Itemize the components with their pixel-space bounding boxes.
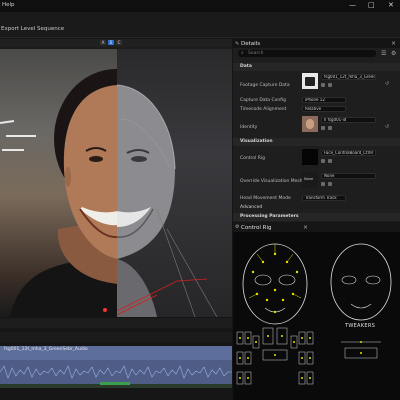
use-selected-icon[interactable] — [328, 182, 332, 186]
control-rig-label: Control Rig — [240, 156, 265, 161]
control-rig-dropdown[interactable]: Face_ControlBoard_CtrlR — [321, 150, 376, 156]
menu-help[interactable]: Help — [2, 2, 15, 8]
identity-dropdown[interactable]: Il fsg001-id — [321, 117, 376, 123]
toolbar: Export Level Sequence — [0, 12, 400, 38]
gear-icon[interactable]: ⚙ — [391, 50, 396, 57]
reset-icon[interactable]: ↺ — [385, 124, 389, 130]
reset-icon[interactable]: ↺ — [385, 81, 389, 87]
pencil-icon: ✎ — [235, 40, 240, 47]
timeline[interactable]: fsg001_12t_mha_3_GreenSebr_Audio — [0, 318, 232, 400]
section-advanced[interactable]: Advanced — [233, 204, 400, 212]
footage-label: Footage Capture Data — [240, 83, 290, 88]
control-rig-panel: ⚙ Control Rig × TWEAKERS — [233, 223, 400, 400]
audio-track[interactable]: fsg001_12t_mha_3_GreenSebr_Audio — [0, 346, 232, 360]
audio-waveform — [0, 360, 232, 384]
override-mesh-thumb-label: None — [304, 177, 314, 181]
control-rig-tab-label: Control Rig — [241, 224, 272, 231]
viewport[interactable]: A B C — [0, 39, 232, 317]
face-mesh-render — [117, 49, 232, 317]
close-tab-icon[interactable]: × — [303, 224, 308, 231]
identity-label: Identity — [240, 125, 258, 130]
footage-thumbnail[interactable] — [302, 73, 318, 89]
head-movement-dropdown[interactable]: Transform Track — [302, 195, 346, 201]
close-button[interactable]: ✕ — [388, 1, 394, 9]
section-data[interactable]: Data — [233, 63, 400, 71]
use-selected-icon[interactable] — [328, 83, 332, 87]
timecode-dropdown[interactable]: Relative — [302, 106, 346, 112]
control-rig-tab[interactable]: ⚙ Control Rig × — [233, 223, 400, 232]
performer-face-image — [10, 69, 118, 317]
override-mesh-label: Override Visualization Mesh — [240, 179, 303, 184]
browse-icon[interactable] — [321, 182, 325, 186]
capture-config-field[interactable]: iPhone 12 — [302, 97, 346, 103]
browse-icon[interactable] — [321, 83, 325, 87]
footage-video — [0, 49, 118, 317]
title-bar: Help — □ ✕ — [0, 0, 400, 12]
details-search-input[interactable]: ⌕ Search — [238, 50, 376, 57]
export-level-sequence-button[interactable]: Export Level Sequence — [1, 26, 64, 32]
view-mode-c-button[interactable]: C — [116, 40, 122, 45]
section-visualization[interactable]: Visualization — [233, 138, 400, 146]
timeline-track-empty — [0, 332, 232, 342]
override-mesh-thumbnail[interactable]: None — [302, 172, 318, 188]
control-rig-thumbnail[interactable] — [302, 149, 318, 165]
mesh-head-image — [117, 84, 218, 317]
minimize-button[interactable]: — — [349, 1, 356, 9]
close-tab-icon[interactable]: × — [391, 40, 396, 47]
footage-dropdown[interactable]: fsg001_12t_mha_3_Green — [321, 74, 376, 80]
viewport-header: A B C — [0, 39, 232, 47]
tweakers-label: TWEAKERS — [345, 323, 376, 329]
view-mode-a-button[interactable]: A — [100, 40, 106, 45]
details-tab[interactable]: ✎ Details × — [233, 39, 400, 48]
capture-config-label: Capture Data Config — [240, 98, 286, 103]
use-selected-icon[interactable] — [328, 159, 332, 163]
section-processing[interactable]: Processing Parameters — [233, 213, 400, 221]
details-panel: ✎ Details × ⌕ Search ☰ ⚙ Data Footage Ca… — [233, 39, 400, 222]
face-control-board[interactable] — [233, 232, 400, 400]
override-mesh-dropdown[interactable]: None — [321, 173, 376, 179]
maximize-button[interactable]: □ — [368, 1, 375, 9]
search-placeholder: Search — [248, 50, 264, 56]
timecode-label: Timecode Alignment — [240, 107, 287, 112]
head-movement-label: Head Movement Mode — [240, 196, 291, 201]
browse-icon[interactable] — [321, 159, 325, 163]
details-tab-label: Details — [241, 40, 261, 47]
timeline-range-marker[interactable] — [100, 382, 130, 385]
browse-icon[interactable] — [321, 126, 325, 130]
view-mode-b-button[interactable]: B — [108, 40, 114, 45]
use-selected-icon[interactable] — [328, 126, 332, 130]
timeline-ruler[interactable] — [0, 318, 232, 328]
rig-icon: ⚙ — [235, 224, 240, 230]
search-icon: ⌕ — [241, 50, 244, 56]
audio-track-label: fsg001_12t_mha_3_GreenSebr_Audio — [4, 347, 88, 352]
list-view-icon[interactable]: ☰ — [381, 50, 386, 57]
identity-thumbnail[interactable] — [302, 116, 318, 132]
